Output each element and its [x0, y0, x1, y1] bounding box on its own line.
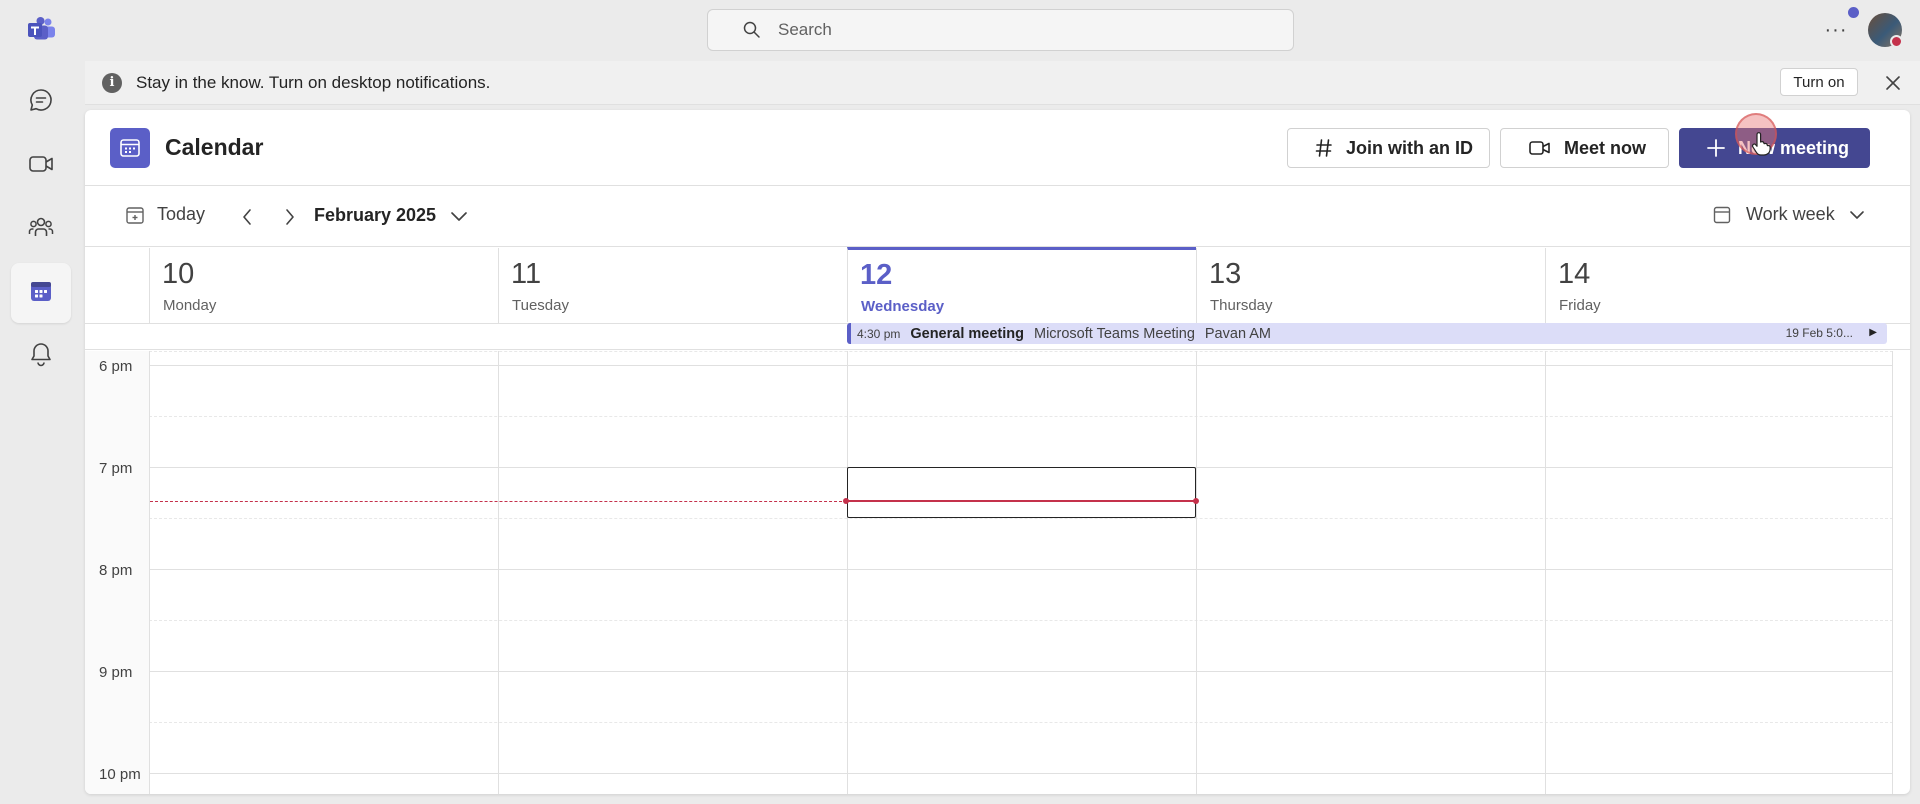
day-header-friday[interactable]: 14 Friday	[1545, 248, 1893, 323]
grid-line	[149, 518, 1893, 519]
selected-time-slot[interactable]	[847, 467, 1196, 518]
banner-message: Stay in the know. Turn on desktop notifi…	[136, 72, 491, 92]
teams-logo-icon[interactable]	[26, 14, 58, 46]
event-location: Microsoft Teams Meeting	[1033, 325, 1195, 342]
bell-icon	[27, 340, 55, 373]
info-icon: i	[102, 72, 122, 93]
day-number: 11	[511, 258, 542, 290]
more-options-icon[interactable]: ···	[1822, 16, 1850, 44]
day-number: 13	[1209, 258, 1242, 290]
hour-label: 9 pm	[99, 664, 133, 681]
meet-now-label: Meet now	[1564, 137, 1647, 158]
chevron-down-icon	[450, 210, 468, 222]
join-with-id-button[interactable]: Join with an ID	[1287, 128, 1490, 168]
event-title: General meeting	[910, 325, 1024, 342]
rail-item-meet[interactable]	[11, 136, 71, 196]
meet-now-button[interactable]: Meet now	[1500, 128, 1669, 168]
time-grid[interactable]: 6 pm 7 pm 8 pm 9 pm 10 pm	[85, 351, 1893, 794]
today-button[interactable]: Today	[125, 204, 205, 225]
day-name: Tuesday	[512, 297, 569, 314]
turn-on-button[interactable]: Turn on	[1780, 68, 1858, 96]
hour-label: 6 pm	[99, 358, 133, 375]
grid-line	[149, 365, 1893, 366]
current-time-line-today	[847, 500, 1196, 502]
day-name: Wednesday	[861, 298, 945, 315]
search-placeholder: Search	[778, 20, 832, 39]
today-label: Today	[157, 204, 206, 224]
hashtag-icon	[1314, 138, 1334, 158]
event-organizer: Pavan AM	[1204, 325, 1271, 342]
rail-item-communities[interactable]	[11, 199, 71, 259]
event-end: 19 Feb 5:0...	[1785, 326, 1853, 340]
column-divider	[1892, 351, 1893, 794]
calendar-panel: Calendar Join with an ID Meet now New me…	[85, 110, 1910, 794]
day-name: Thursday	[1210, 297, 1273, 314]
video-camera-icon	[27, 150, 55, 183]
grid-line	[149, 773, 1893, 774]
calendar-today-icon	[125, 205, 145, 225]
event-time: 4:30 pm	[857, 326, 901, 341]
notification-dot	[1848, 7, 1859, 18]
presence-status-badge	[1890, 35, 1903, 48]
current-time-line	[150, 501, 847, 502]
grid-line	[149, 620, 1893, 621]
play-arrow-icon: ▶	[1869, 327, 1877, 338]
top-bar: Search ···	[0, 0, 1920, 60]
chevron-down-icon	[1849, 210, 1865, 220]
chevron-left-icon[interactable]	[235, 203, 259, 231]
day-header-wednesday[interactable]: 12 Wednesday	[847, 247, 1196, 322]
column-divider	[498, 351, 499, 794]
view-label: Work week	[1746, 204, 1835, 224]
close-icon[interactable]	[1881, 71, 1905, 95]
current-time-marker	[1193, 498, 1199, 504]
view-picker[interactable]: Work week	[1712, 204, 1865, 225]
people-group-icon	[27, 213, 55, 246]
work-week-icon	[1712, 205, 1732, 225]
hour-label: 8 pm	[99, 562, 133, 579]
search-box[interactable]: Search	[707, 9, 1294, 51]
column-divider	[847, 351, 848, 794]
month-label: February 2025	[314, 205, 437, 225]
hand-cursor-icon	[1751, 132, 1771, 156]
rail-item-chat[interactable]	[11, 72, 71, 132]
left-rail	[0, 60, 84, 804]
grid-line	[149, 722, 1893, 723]
day-header-tuesday[interactable]: 11 Tuesday	[498, 248, 847, 323]
day-name: Friday	[1559, 297, 1601, 314]
hour-label: 7 pm	[99, 460, 133, 477]
day-number: 12	[860, 259, 893, 291]
day-name: Monday	[163, 297, 217, 314]
join-with-id-label: Join with an ID	[1346, 137, 1474, 158]
video-camera-icon	[1528, 138, 1552, 158]
month-picker[interactable]: February 2025	[314, 205, 468, 226]
day-header-thursday[interactable]: 13 Thursday	[1196, 248, 1545, 323]
current-time-marker	[843, 498, 849, 504]
calendar-header: Calendar Join with an ID Meet now New me…	[85, 110, 1910, 186]
plus-icon	[1706, 138, 1726, 158]
grid-line	[149, 671, 1893, 672]
chevron-right-icon[interactable]	[278, 203, 302, 231]
notification-banner: i Stay in the know. Turn on desktop noti…	[85, 61, 1920, 105]
column-divider	[1196, 351, 1197, 794]
grid-line	[149, 416, 1893, 417]
chat-icon	[27, 86, 55, 119]
calendar-toolbar: Today February 2025 Work week	[85, 187, 1910, 247]
search-icon	[742, 20, 762, 40]
hour-label: 10 pm	[99, 766, 141, 783]
day-number: 10	[162, 258, 195, 290]
grid-line	[149, 351, 1893, 352]
day-header-monday[interactable]: 10 Monday	[149, 248, 498, 323]
rail-item-calendar[interactable]	[11, 263, 71, 323]
column-divider	[149, 351, 150, 794]
grid-line	[149, 569, 1893, 570]
calendar-app-icon	[110, 128, 150, 168]
calendar-icon	[27, 277, 55, 310]
page-title: Calendar	[165, 134, 264, 160]
calendar-event[interactable]: 4:30 pm General meeting Microsoft Teams …	[847, 323, 1887, 344]
day-number: 14	[1558, 258, 1591, 290]
rail-item-activity[interactable]	[11, 326, 71, 386]
column-divider	[1545, 351, 1546, 794]
